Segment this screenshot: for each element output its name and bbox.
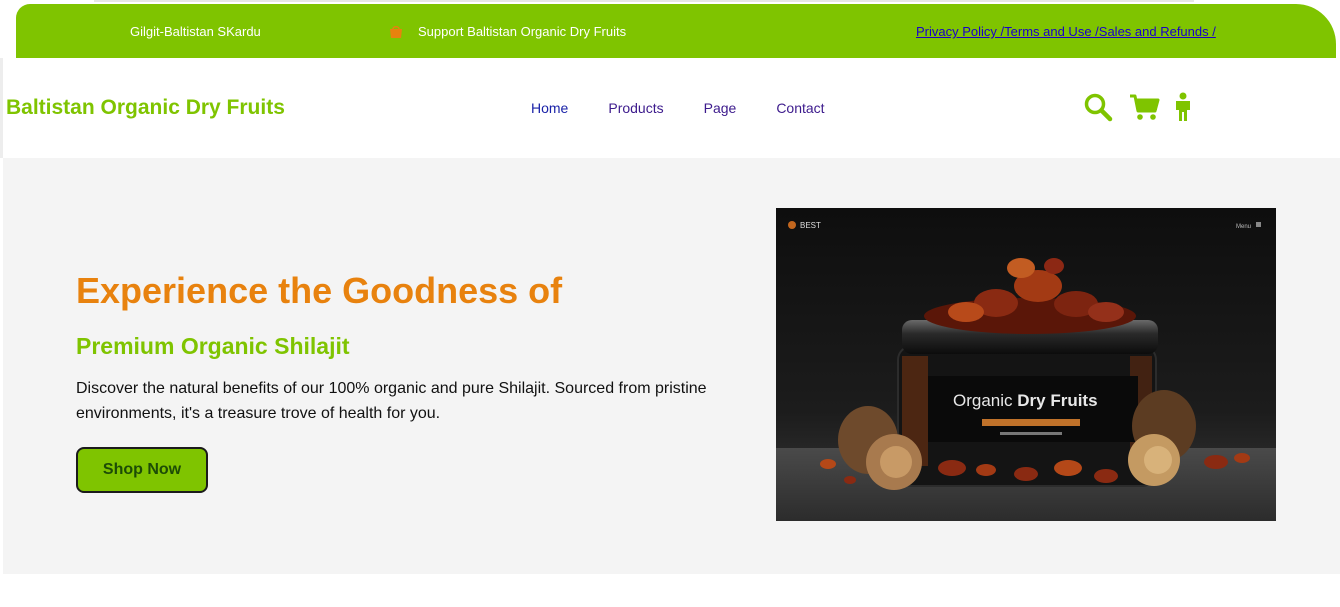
image-menu-text: Menu <box>1236 224 1251 230</box>
shop-now-button[interactable]: Shop Now <box>76 447 208 493</box>
person-icon[interactable] <box>1173 92 1193 127</box>
header-icons <box>1083 92 1193 127</box>
product-jar-image: BEST Menu Organic Dry Fruits <box>776 208 1276 521</box>
page-below-hero <box>3 574 1340 607</box>
search-icon[interactable] <box>1083 92 1113 127</box>
main-nav: Home Products Page Contact <box>531 100 825 116</box>
nav-contact[interactable]: Contact <box>776 100 824 116</box>
jar-label-text: Organic <box>953 391 1017 410</box>
nav-products[interactable]: Products <box>608 100 663 116</box>
image-logo-mark: BEST <box>788 221 821 230</box>
hero-subtitle: Premium Organic Shilajit <box>76 333 350 359</box>
hero-description: Discover the natural benefits of our 100… <box>76 380 707 422</box>
top-announcement-bar: Gilgit-Baltistan SKardu Support Baltista… <box>16 0 1336 58</box>
site-header: Baltistan Organic Dry Fruits Home Produc… <box>0 58 1340 158</box>
hero-title: Experience the Goodness of <box>76 270 563 311</box>
policy-links[interactable]: Privacy Policy /Terms and Use /Sales and… <box>916 24 1216 39</box>
shopping-bag-icon <box>390 26 402 38</box>
svg-text:Organic Dry Fruits: Organic Dry Fruits <box>953 391 1098 410</box>
cart-icon[interactable] <box>1129 92 1161 127</box>
support-text: Support Baltistan Organic Dry Fruits <box>388 24 626 39</box>
hero-section: Experience the Goodness of Premium Organ… <box>3 158 1340 574</box>
nav-page[interactable]: Page <box>704 100 737 116</box>
nav-home[interactable]: Home <box>531 100 568 116</box>
support-label: Support Baltistan Organic Dry Fruits <box>418 24 627 39</box>
top-divider <box>94 0 1194 2</box>
brand-logo-text[interactable]: Baltistan Organic Dry Fruits <box>6 96 285 120</box>
location-text: Gilgit-Baltistan SKardu <box>130 24 261 39</box>
jar-label-bold: Dry Fruits <box>1017 391 1097 410</box>
image-menu-icon <box>1256 222 1261 227</box>
image-logo-text: BEST <box>800 221 821 230</box>
